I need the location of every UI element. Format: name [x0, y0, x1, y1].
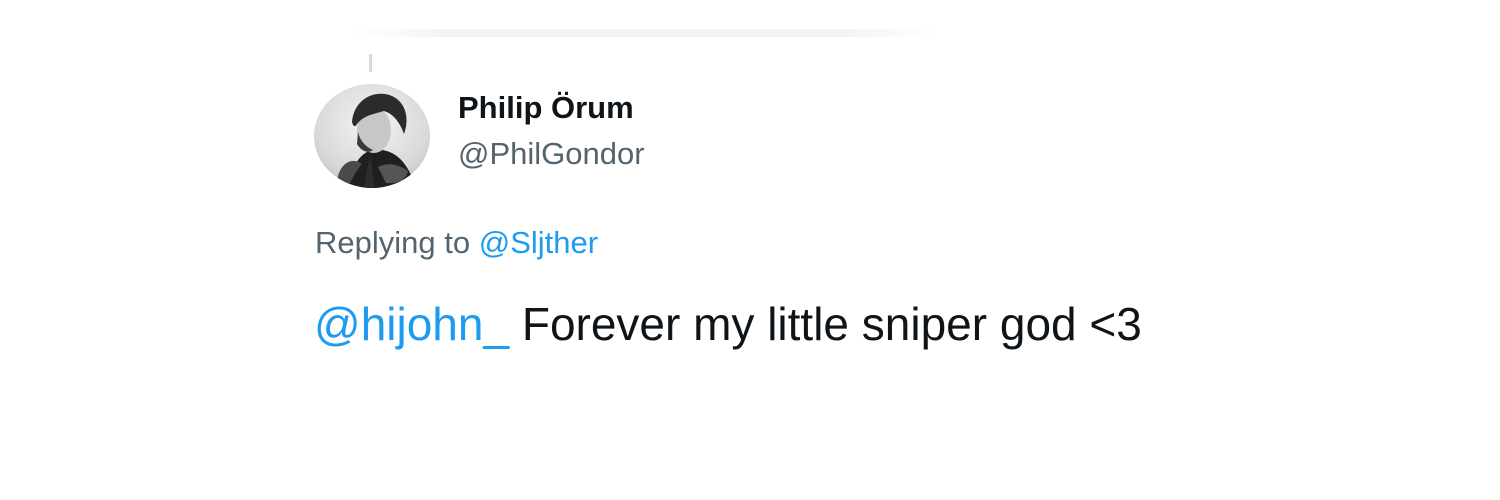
tweet-text: @hijohn_ Forever my little sniper god <3	[314, 295, 1142, 353]
tweet-mention[interactable]: @hijohn_	[314, 298, 509, 350]
author-display-name[interactable]: Philip Örum	[458, 88, 634, 128]
author-handle[interactable]: @PhilGondor	[458, 134, 645, 174]
thread-divider	[350, 29, 940, 37]
tweet-message: Forever my little sniper god <3	[521, 298, 1142, 350]
replying-to-context: Replying to @Sljther	[315, 223, 598, 263]
replying-to-mention[interactable]: @Sljther	[479, 225, 598, 260]
replying-to-label: Replying to	[315, 225, 471, 260]
profile-photo-icon	[314, 84, 430, 188]
reply-thread-line	[369, 54, 372, 72]
avatar[interactable]	[314, 84, 430, 188]
